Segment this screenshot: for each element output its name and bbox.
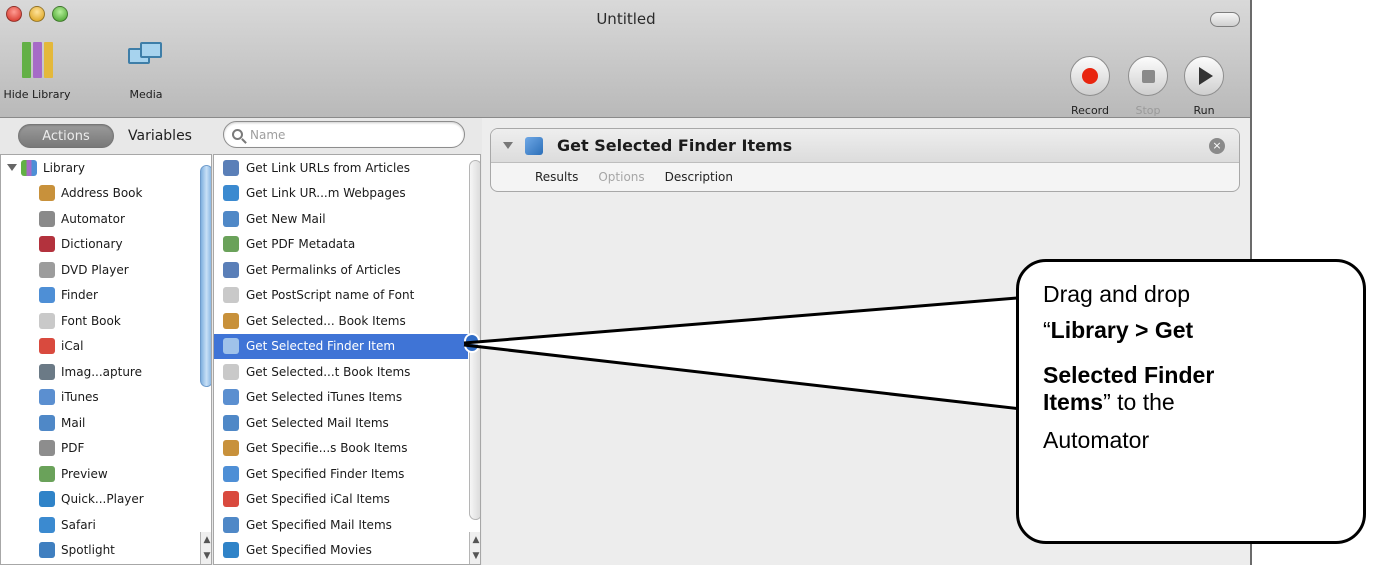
callout-quote-open: “: [1043, 317, 1051, 343]
callout-rest-2: Automator: [1043, 427, 1150, 453]
callout-bold-3: Items: [1043, 389, 1104, 415]
instruction-callout: Drag and drop “Library > Get Selected Fi…: [1016, 259, 1366, 544]
callout-rest-1: ” to the: [1103, 389, 1175, 415]
callout-bold-2: Selected Finder: [1043, 362, 1215, 388]
callout-bold-1: Library > Get: [1050, 317, 1194, 343]
callout-line-1: Drag and drop: [1043, 281, 1191, 307]
